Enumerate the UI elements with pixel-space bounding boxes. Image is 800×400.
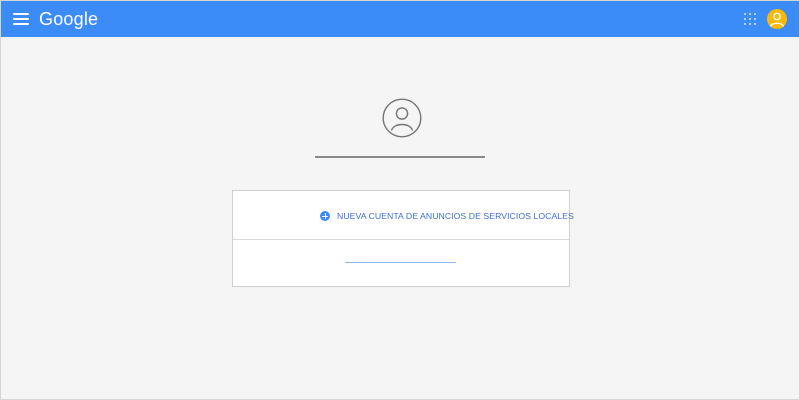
hamburger-menu-icon[interactable] (13, 12, 29, 26)
apps-grid-icon[interactable] (744, 13, 756, 25)
new-local-services-account-button[interactable]: NUEVA CUENTA DE ANUNCIOS DE SERVICIOS LO… (233, 191, 574, 240)
profile-name-placeholder (315, 156, 485, 159)
new-account-label: NUEVA CUENTA DE ANUNCIOS DE SERVICIOS LO… (337, 211, 574, 221)
page: Google NUEVA CUENTA DE ANUNCIOS DE SERVI… (0, 0, 800, 400)
account-row (233, 240, 569, 286)
top-app-bar: Google (1, 1, 799, 37)
plus-circle-icon (320, 211, 330, 221)
person-circle-icon (382, 98, 422, 138)
account-avatar-icon[interactable] (767, 9, 787, 29)
account-link[interactable] (345, 262, 456, 263)
google-logo[interactable]: Google (39, 8, 98, 30)
account-list-card: NUEVA CUENTA DE ANUNCIOS DE SERVICIOS LO… (232, 190, 574, 287)
